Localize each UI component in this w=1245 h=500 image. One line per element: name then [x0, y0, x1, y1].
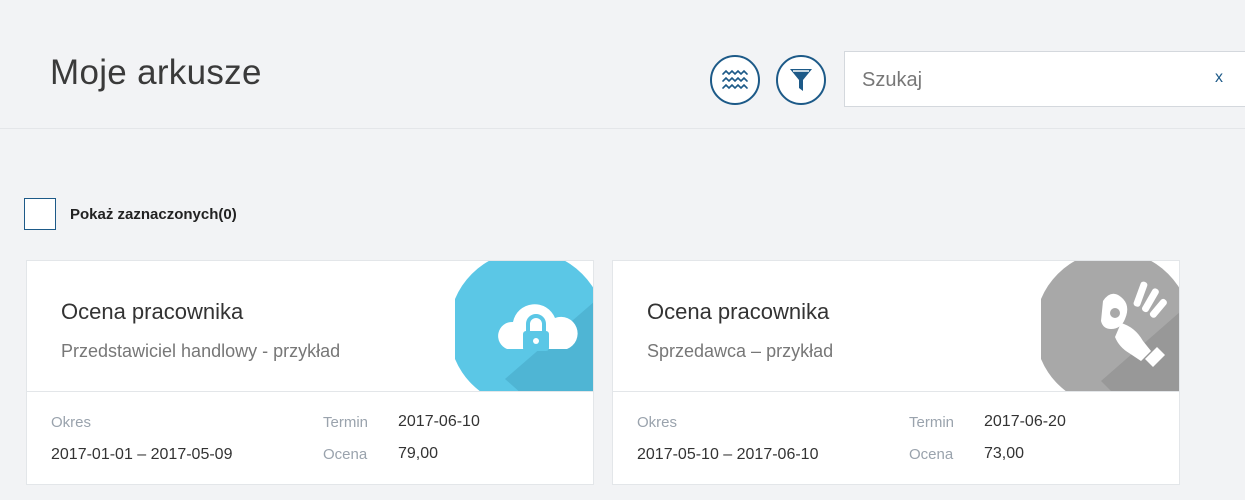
- page-title: Moje arkusze: [50, 53, 262, 92]
- filter-button[interactable]: [776, 55, 826, 105]
- term-label: Termin: [909, 414, 955, 431]
- search-box: x: [844, 51, 1245, 107]
- sheet-card[interactable]: Ocena pracownika Sprzedawca – przykład O…: [612, 260, 1180, 485]
- show-selected-filter: Pokaż zaznaczonych(0): [24, 198, 237, 230]
- sort-button[interactable]: [710, 55, 760, 105]
- cloud-lock-icon: [455, 261, 593, 391]
- show-selected-label[interactable]: Pokaż zaznaczonych(0): [70, 206, 237, 223]
- period-label: Okres: [637, 414, 678, 431]
- card-image: [1041, 261, 1179, 391]
- show-selected-checkbox[interactable]: [24, 198, 56, 230]
- card-details: Okres 2017-05-10 – 2017-06-10 Termin 201…: [613, 392, 1179, 486]
- card-title: Ocena pracownika: [61, 299, 244, 324]
- card-title: Ocena pracownika: [647, 299, 830, 324]
- card-subtitle: Przedstawiciel handlowy - przykład: [61, 341, 341, 361]
- term-value: 2017-06-10: [398, 413, 480, 430]
- search-input[interactable]: [860, 62, 1194, 98]
- term-value: 2017-06-20: [984, 413, 1066, 430]
- card-subtitle: Sprzedawca – przykład: [647, 341, 834, 361]
- funnel-icon: [790, 69, 812, 91]
- search-clear-button[interactable]: x: [1215, 69, 1223, 87]
- ok-hand-icon: [1041, 261, 1179, 391]
- term-label: Termin: [323, 414, 369, 431]
- card-header: Ocena pracownika Przedstawiciel handlowy…: [27, 261, 593, 392]
- sheet-card[interactable]: Ocena pracownika Przedstawiciel handlowy…: [26, 260, 594, 485]
- card-details: Okres 2017-01-01 – 2017-05-09 Termin 201…: [27, 392, 593, 486]
- score-value: 79,00: [398, 445, 439, 462]
- card-image: [455, 261, 593, 391]
- sort-lines-icon: [722, 69, 748, 90]
- card-header: Ocena pracownika Sprzedawca – przykład: [613, 261, 1179, 392]
- score-label: Ocena: [323, 446, 368, 463]
- period-value: 2017-05-10 – 2017-06-10: [637, 446, 819, 463]
- score-label: Ocena: [909, 446, 954, 463]
- period-value: 2017-01-01 – 2017-05-09: [51, 446, 233, 463]
- score-value: 73,00: [984, 445, 1025, 462]
- page-header: Moje arkusze x: [0, 10, 1245, 129]
- period-label: Okres: [51, 414, 92, 431]
